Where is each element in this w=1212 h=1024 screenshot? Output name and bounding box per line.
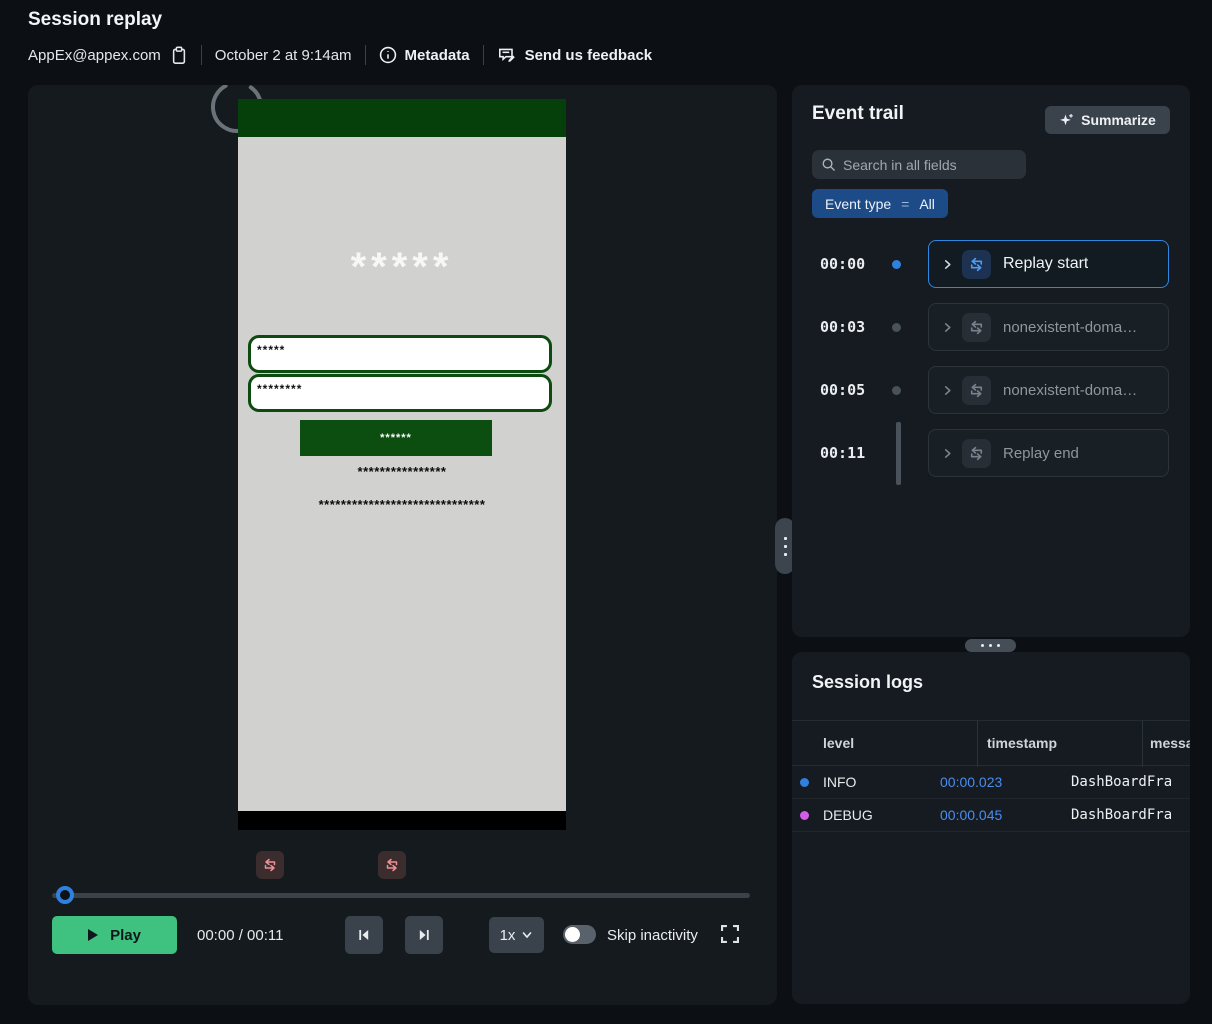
timeline-network-marker-2[interactable] — [378, 851, 406, 879]
column-header-level[interactable]: level — [823, 735, 854, 751]
event-card-network-2[interactable]: nonexistent-doma… — [928, 366, 1169, 414]
event-dot — [892, 386, 901, 395]
divider — [201, 45, 202, 65]
skip-inactivity-toggle[interactable] — [563, 925, 596, 944]
metadata-button[interactable]: Metadata — [379, 46, 470, 64]
log-level-dot-info — [800, 778, 809, 787]
event-label: nonexistent-doma… — [1003, 319, 1137, 336]
log-level-dot-debug — [800, 811, 809, 820]
column-header-timestamp[interactable]: timestamp — [987, 735, 1057, 751]
session-replay-page: Session replay AppEx@appex.com October 2… — [0, 0, 1212, 1024]
fullscreen-button[interactable] — [719, 923, 741, 945]
play-button[interactable]: Play — [52, 916, 177, 954]
search-icon — [821, 157, 836, 172]
event-row: 00:11 Replay end — [792, 429, 1190, 477]
divider — [483, 45, 484, 65]
log-message: DashBoardFra — [1071, 774, 1172, 790]
log-timestamp-link[interactable]: 00:00.045 — [940, 807, 1002, 823]
event-label: nonexistent-doma… — [1003, 382, 1137, 399]
timeline-scrubber-handle[interactable] — [56, 886, 74, 904]
timeline-network-marker-1[interactable] — [256, 851, 284, 879]
event-time: 00:05 — [820, 366, 865, 414]
playback-speed-button[interactable]: 1x — [489, 917, 544, 953]
network-swap-icon — [962, 313, 991, 342]
log-row[interactable]: INFO 00:00.023 DashBoardFra — [792, 766, 1190, 799]
session-logs-panel: Session logs level timestamp message INF… — [792, 652, 1190, 1004]
log-message: DashBoardFra — [1071, 807, 1172, 823]
replay-player-panel: ***** ***** ******** ****** ************… — [28, 85, 777, 1005]
search-input[interactable] — [843, 157, 1017, 173]
masked-input-1: ***** — [248, 335, 552, 373]
panel-resize-handle-horizontal[interactable] — [965, 639, 1016, 652]
event-type-filter-chip[interactable]: Event type = All — [812, 189, 948, 218]
masked-submit-button: ****** — [300, 420, 492, 456]
event-dot — [892, 260, 901, 269]
divider — [365, 45, 366, 65]
event-trail-panel: Event trail Summarize Event type = All 0… — [792, 85, 1190, 637]
masked-text-line-1: **************** — [238, 464, 566, 479]
header-meta: AppEx@appex.com October 2 at 9:14am Meta… — [28, 42, 652, 68]
masked-text-line-2: ****************************** — [238, 497, 566, 512]
event-card-network-1[interactable]: nonexistent-doma… — [928, 303, 1169, 351]
time-display: 00:00 / 00:11 — [197, 916, 283, 954]
logs-table-header: level timestamp message — [792, 720, 1190, 766]
event-time: 00:00 — [820, 240, 865, 288]
event-time: 00:11 — [820, 429, 865, 477]
toggle-knob — [565, 927, 580, 942]
chevron-right-icon[interactable] — [942, 322, 953, 333]
event-row: 00:00 Replay start — [792, 240, 1190, 288]
timeline-track[interactable] — [52, 893, 750, 898]
skip-back-icon — [356, 927, 372, 943]
page-title: Session replay — [28, 9, 162, 31]
replayed-app-header — [238, 99, 566, 137]
log-level: DEBUG — [823, 807, 873, 823]
replayed-app-bottom-bar — [238, 811, 566, 830]
event-search — [812, 150, 1026, 179]
summarize-button[interactable]: Summarize — [1045, 106, 1170, 134]
event-row: 00:05 nonexistent-doma… — [792, 366, 1190, 414]
column-divider[interactable] — [977, 721, 978, 767]
network-swap-icon — [962, 439, 991, 468]
log-row[interactable]: DEBUG 00:00.045 DashBoardFra — [792, 799, 1190, 832]
column-divider[interactable] — [1142, 721, 1143, 767]
log-timestamp-link[interactable]: 00:00.023 — [940, 774, 1002, 790]
clipboard-copy-icon[interactable] — [170, 46, 188, 65]
network-swap-icon — [962, 376, 991, 405]
log-level: INFO — [823, 774, 856, 790]
info-icon — [379, 46, 397, 64]
column-header-message[interactable]: message — [1150, 735, 1190, 751]
session-logs-title: Session logs — [812, 672, 923, 693]
chevron-down-icon — [521, 929, 533, 941]
event-card-replay-start[interactable]: Replay start — [928, 240, 1169, 288]
sparkle-icon — [1059, 113, 1074, 128]
skip-inactivity-label: Skip inactivity — [607, 916, 698, 954]
feedback-icon — [497, 46, 517, 64]
event-card-replay-end[interactable]: Replay end — [928, 429, 1169, 477]
send-feedback-button[interactable]: Send us feedback — [497, 46, 653, 64]
event-row: 00:03 nonexistent-doma… — [792, 303, 1190, 351]
replayed-app-screen: ***** ***** ******** ****** ************… — [238, 137, 566, 811]
replay-viewport: ***** ***** ******** ****** ************… — [238, 99, 566, 830]
chevron-right-icon[interactable] — [942, 259, 953, 270]
event-trail-title: Event trail — [812, 103, 904, 125]
skip-forward-button[interactable] — [405, 916, 443, 954]
masked-input-2: ******** — [248, 374, 552, 412]
session-user: AppEx@appex.com — [28, 46, 188, 65]
event-dot — [892, 323, 901, 332]
skip-forward-icon — [416, 927, 432, 943]
event-label: Replay start — [1003, 255, 1088, 273]
chevron-right-icon[interactable] — [942, 448, 953, 459]
event-label: Replay end — [1003, 445, 1079, 462]
event-list-scrollbar-thumb[interactable] — [896, 422, 901, 485]
chevron-right-icon[interactable] — [942, 385, 953, 396]
fullscreen-icon — [719, 923, 741, 945]
skip-back-button[interactable] — [345, 916, 383, 954]
play-icon — [88, 929, 98, 941]
event-time: 00:03 — [820, 303, 865, 351]
masked-heading-text: ***** — [238, 245, 566, 290]
user-email: AppEx@appex.com — [28, 47, 161, 64]
network-swap-icon — [962, 250, 991, 279]
session-date: October 2 at 9:14am — [215, 47, 352, 64]
